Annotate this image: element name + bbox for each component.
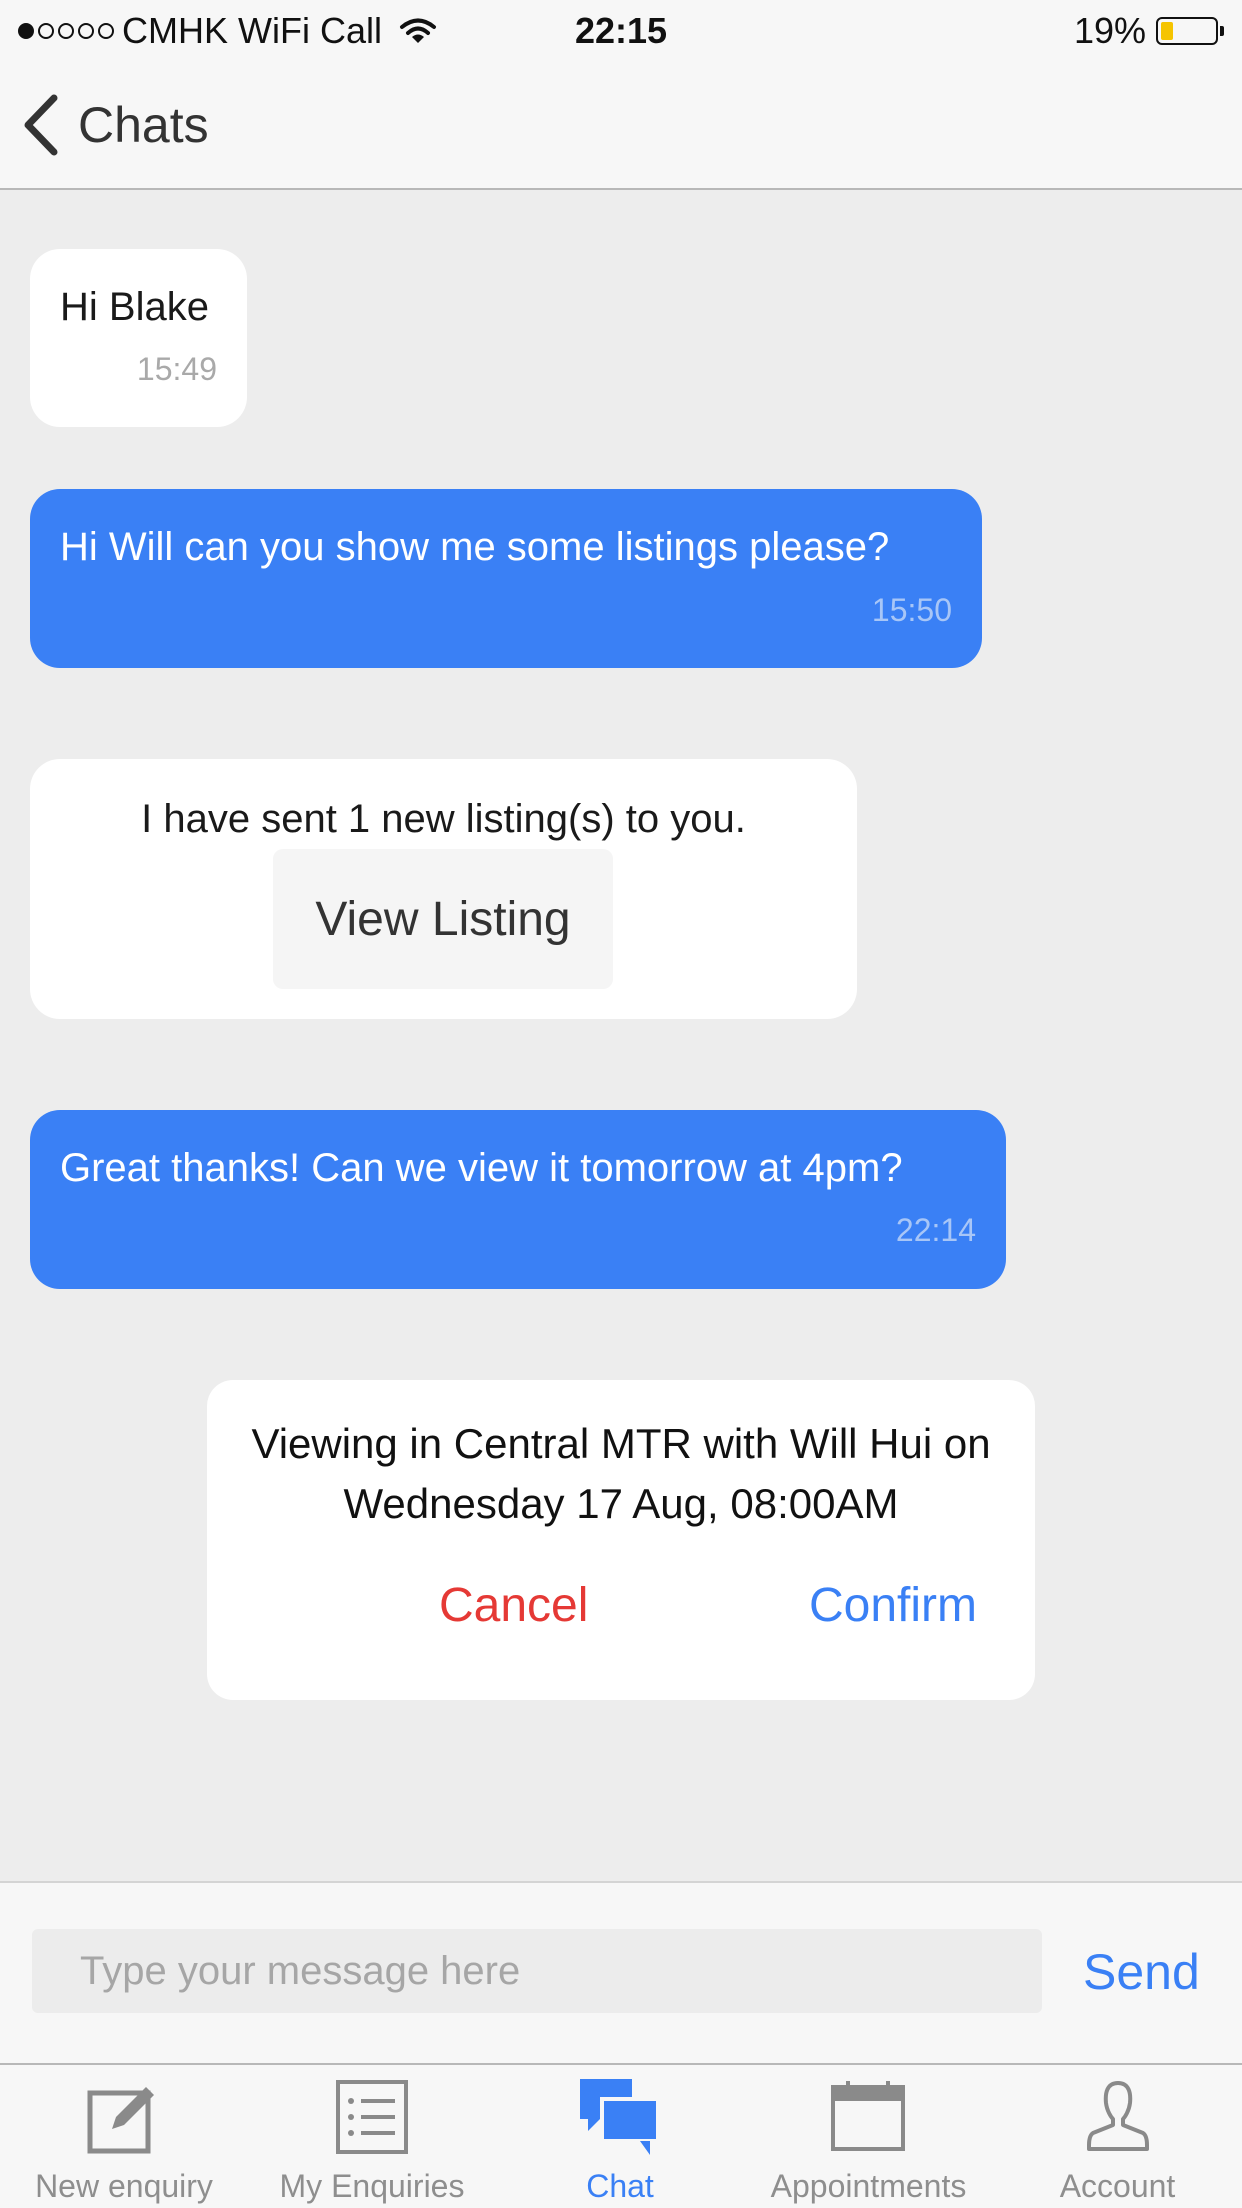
view-listing-button[interactable]: View Listing (273, 849, 613, 989)
message-composer: Send (0, 1881, 1242, 2063)
tab-label: My Enquiries (279, 2168, 465, 2204)
tab-label: New enquiry (35, 2168, 213, 2204)
listing-card: I have sent 1 new listing(s) to you. Vie… (30, 759, 857, 1019)
battery-percent: 19% (1073, 10, 1146, 51)
status-time: 22:15 (574, 10, 668, 51)
back-label: Chats (78, 97, 209, 153)
tab-chat[interactable]: Chat (496, 2065, 744, 2208)
message-text: I have sent 1 new listing(s) to you. (141, 797, 746, 841)
tab-account[interactable]: Account (993, 2065, 1242, 2208)
message-bubble-outgoing: Hi Will can you show me some listings pl… (30, 489, 982, 668)
chat-screen: CMHK WiFi Call 22:15 19% Chats Hi Blake (0, 0, 1242, 2208)
message-time: 22:14 (895, 1212, 976, 1248)
message-bubble-incoming: Hi Blake 15:49 (30, 249, 247, 427)
list-icon (336, 2080, 408, 2154)
tab-label: Chat (586, 2168, 654, 2204)
calendar-icon (831, 2081, 905, 2151)
confirm-button[interactable]: Confirm (809, 1578, 977, 1633)
message-text: Great thanks! Can we view it tomorrow at… (60, 1146, 903, 1190)
tab-label: Account (1059, 2168, 1176, 2204)
message-text: Hi Will can you show me some listings pl… (60, 525, 890, 569)
chevron-left-icon (24, 94, 58, 156)
appointment-line-1: Viewing in Central MTR with Will Hui on (251, 1420, 991, 1467)
message-bubble-outgoing: Great thanks! Can we view it tomorrow at… (30, 1110, 1006, 1289)
tab-my-enquiries[interactable]: My Enquiries (248, 2065, 496, 2208)
appointment-line-2: Wednesday 17 Aug, 08:00AM (343, 1480, 899, 1527)
back-button[interactable]: Chats (20, 92, 209, 158)
battery-icon (1156, 15, 1226, 47)
status-bar: CMHK WiFi Call 22:15 19% (0, 0, 1242, 62)
tab-appointments[interactable]: Appointments (744, 2065, 993, 2208)
tab-new-enquiry[interactable]: New enquiry (0, 2065, 248, 2208)
cancel-button[interactable]: Cancel (439, 1578, 588, 1633)
send-button[interactable]: Send (1083, 1943, 1200, 2001)
chat-icon (580, 2079, 660, 2155)
message-time: 15:49 (136, 351, 217, 387)
appointment-card: Viewing in Central MTR with Will Hui on … (207, 1380, 1035, 1700)
battery-level-fill (1161, 22, 1173, 40)
status-right: 19% (1074, 10, 1226, 52)
message-input[interactable] (32, 1929, 1042, 2013)
navigation-bar: Chats (0, 62, 1242, 190)
tab-label: Appointments (770, 2168, 967, 2204)
person-icon (1087, 2081, 1149, 2151)
tab-bar: New enquiry My Enquiries Chat Appointmen… (0, 2063, 1242, 2208)
message-text: Hi Blake (60, 285, 209, 329)
message-time: 15:50 (871, 592, 952, 628)
compose-icon (87, 2087, 154, 2154)
